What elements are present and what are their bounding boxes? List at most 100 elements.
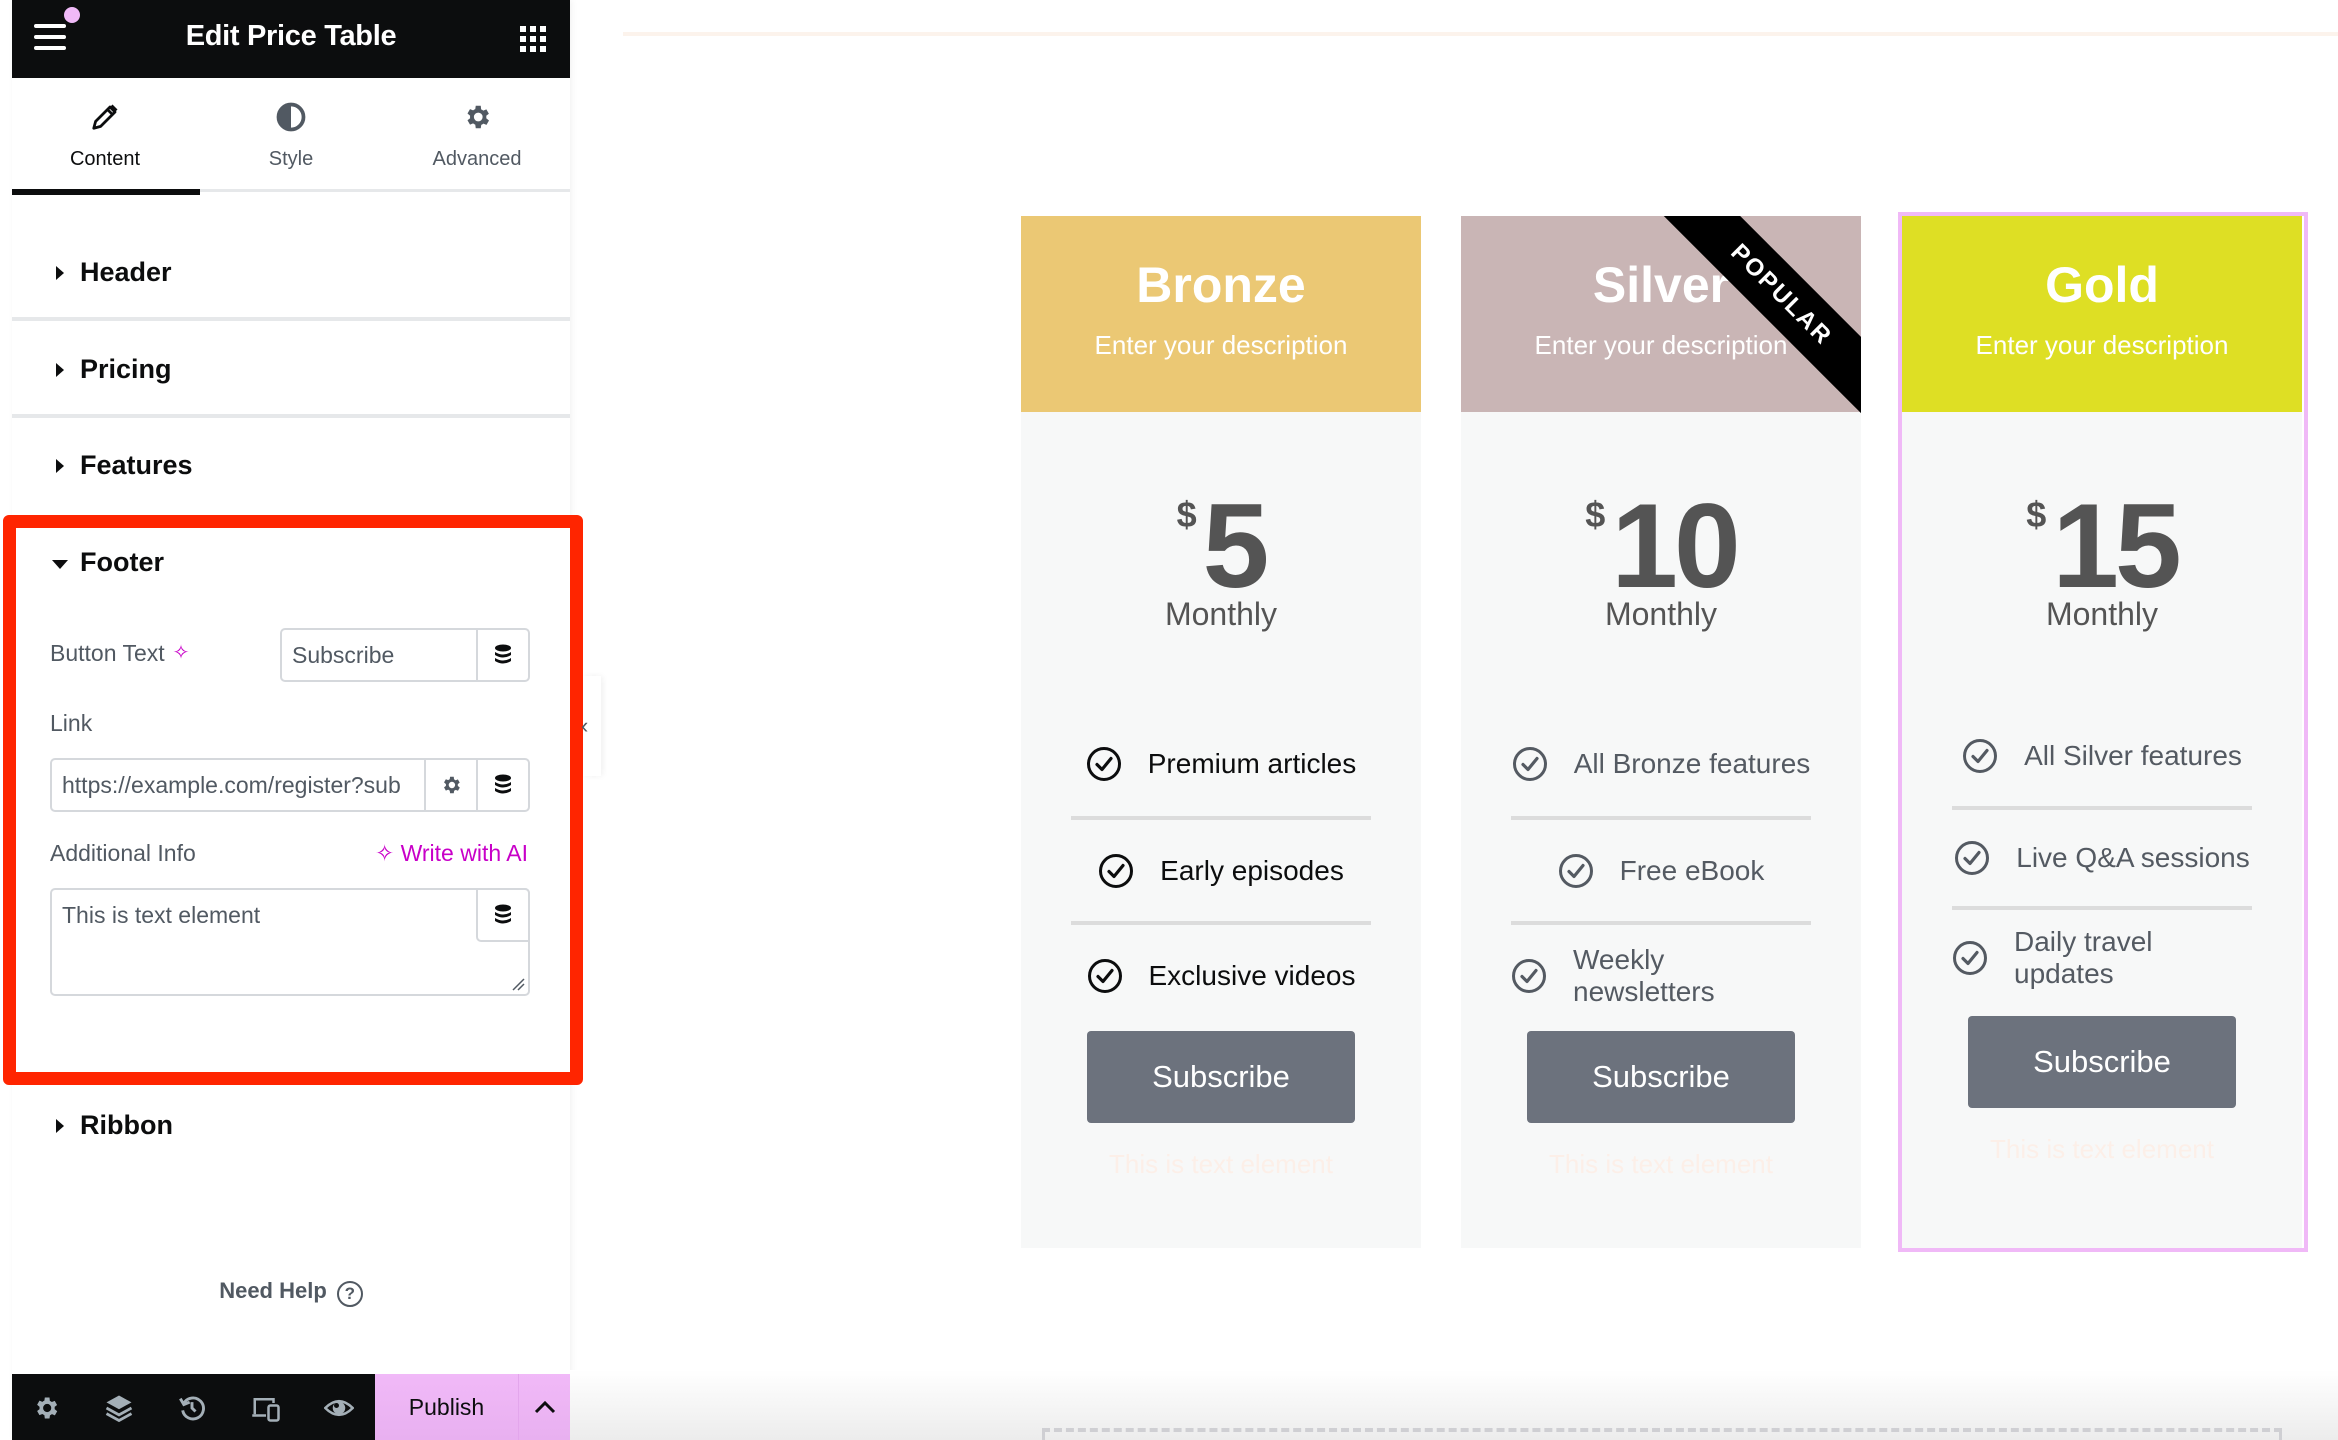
widgets-grid-icon[interactable]	[520, 26, 546, 52]
feature-list: Premium articles Early episodes Exclusive …	[1071, 711, 1371, 1026]
layers-icon[interactable]	[99, 1388, 139, 1428]
currency-symbol: $	[2026, 494, 2047, 535]
feature-label: Premium articles	[1147, 747, 1357, 779]
collapse-panel-handle[interactable]: ‹	[581, 676, 601, 776]
tab-advanced[interactable]: Advanced	[384, 78, 570, 192]
tab-content[interactable]: Content	[12, 78, 200, 195]
feature-label: All Bronze features	[1573, 747, 1811, 779]
additional-info-text: This is text element	[1549, 1149, 1773, 1179]
chevron-left-icon: ‹	[581, 713, 589, 738]
settings-icon[interactable]	[26, 1388, 66, 1428]
additional-info-value[interactable]: This is text element	[62, 902, 260, 929]
feature-item: Free eBook	[1511, 816, 1811, 921]
section-label: Features	[80, 450, 193, 480]
panel-header: Edit Price Table	[12, 0, 570, 78]
button-text-field[interactable]: Subscribe	[280, 628, 530, 682]
feature-item: Weekly newsletters	[1511, 921, 1811, 1026]
feature-item: Live Q&A sessions	[1952, 806, 2252, 906]
add-section-dropzone[interactable]	[1042, 1428, 2282, 1440]
section-footer-toggle[interactable]: Footer	[12, 545, 570, 595]
need-help-label: Need Help	[219, 1278, 327, 1303]
price-card-silver[interactable]: Silver Enter your description $10 Monthl…	[1461, 216, 1861, 1248]
responsive-icon[interactable]	[246, 1388, 286, 1428]
currency-symbol: $	[1176, 494, 1197, 535]
bottom-toolbar: Publish	[12, 1374, 570, 1440]
check-circle-icon	[1099, 853, 1134, 888]
price-period: Monthly	[1164, 596, 1278, 632]
feature-list: All Bronze features Free eBook Weekly news…	[1511, 711, 1811, 1026]
dynamic-tags-database-icon[interactable]	[476, 888, 530, 942]
gear-icon	[384, 100, 570, 134]
resize-grip-icon[interactable]	[511, 977, 525, 991]
write-with-ai-label: Write with AI	[400, 840, 528, 866]
feature-label: Live Q&A sessions	[2016, 842, 2250, 873]
additional-info-textarea[interactable]: This is text element	[50, 888, 530, 996]
write-with-ai-button[interactable]: ✧ Write with AI	[375, 840, 528, 867]
price-card-gold[interactable]: Gold Enter your description $15 Monthly …	[1902, 216, 2302, 1248]
feature-item: Early episodes	[1071, 816, 1371, 921]
link-options-gear-icon[interactable]	[424, 760, 476, 810]
caret-right-icon	[56, 363, 64, 377]
button-text-label: Button Text ✧	[50, 640, 189, 667]
dynamic-tags-database-icon[interactable]	[476, 760, 528, 810]
history-icon[interactable]	[172, 1388, 212, 1428]
price-amount: 5	[1202, 479, 1270, 613]
check-circle-icon	[1558, 853, 1593, 888]
link-field[interactable]: https://example.com/register?sub	[50, 758, 530, 812]
check-circle-icon	[1087, 958, 1122, 993]
currency-symbol: $	[1585, 494, 1606, 535]
price-card-bronze[interactable]: Bronze Enter your description $5 Monthly…	[1021, 216, 1421, 1248]
publish-options-chevron-up-icon[interactable]	[519, 1374, 570, 1440]
link-input[interactable]: https://example.com/register?sub	[62, 760, 418, 810]
feature-item: All Bronze features	[1511, 711, 1811, 816]
check-circle-icon	[1086, 746, 1121, 781]
price-amount: 10	[1611, 479, 1740, 613]
subscribe-button[interactable]: Subscribe	[1527, 1031, 1795, 1123]
button-text-input[interactable]: Subscribe	[292, 630, 394, 680]
card-header: Bronze Enter your description	[1021, 216, 1421, 412]
feature-label: Free eBook	[1619, 854, 1765, 886]
subscribe-button[interactable]: Subscribe	[1087, 1031, 1355, 1123]
caret-right-icon	[56, 1119, 64, 1133]
editor-panel: Edit Price Table Content Style Advanced …	[12, 0, 570, 1440]
additional-info-label: Additional Info	[50, 840, 196, 866]
ai-sparkle-icon: ✧	[374, 840, 401, 866]
card-header: Gold Enter your description	[1902, 216, 2302, 412]
plan-title: Bronze	[1136, 257, 1306, 313]
check-circle-icon	[1955, 841, 1990, 875]
caret-right-icon	[56, 266, 64, 280]
dynamic-tags-database-icon[interactable]	[476, 630, 528, 680]
section-features[interactable]: Features	[12, 418, 570, 514]
section-divider-line	[623, 32, 2338, 36]
section-label: Ribbon	[80, 1110, 173, 1140]
button-text-label-text: Button Text	[50, 640, 165, 666]
need-help-link[interactable]: Need Help?	[12, 1278, 570, 1307]
price-period: Monthly	[1604, 596, 1718, 632]
section-header[interactable]: Header	[12, 225, 570, 321]
section-pricing[interactable]: Pricing	[12, 322, 570, 418]
feature-item: Daily travel updates	[1952, 906, 2252, 1006]
section-label: Pricing	[80, 354, 172, 384]
feature-item: Exclusive videos	[1071, 921, 1371, 1026]
price-period: Monthly	[2045, 596, 2159, 632]
caret-right-icon	[56, 459, 64, 473]
section-ribbon[interactable]: Ribbon	[12, 1078, 570, 1174]
additional-info-text: This is text element	[1990, 1134, 2214, 1164]
ai-sparkle-icon[interactable]: ✧	[173, 640, 190, 665]
subscribe-button[interactable]: Subscribe	[1968, 1016, 2236, 1108]
pencil-icon	[12, 100, 198, 134]
publish-button[interactable]: Publish	[375, 1374, 519, 1440]
feature-label: Daily travel updates	[2014, 926, 2153, 989]
tab-label: Content	[69, 148, 141, 170]
plan-title: Gold	[2045, 257, 2159, 313]
feature-item: Premium articles	[1071, 711, 1371, 816]
tab-style[interactable]: Style	[198, 78, 384, 192]
check-circle-icon	[1953, 941, 1987, 975]
preview-eye-icon[interactable]	[319, 1388, 359, 1428]
feature-list: All Silver features Live Q&A sessions Dail…	[1952, 706, 2252, 1006]
plan-description: Enter your description	[1975, 330, 2229, 360]
help-question-icon: ?	[336, 1281, 363, 1307]
feature-label: Weekly newsletters	[1573, 943, 1715, 1007]
half-circle-icon	[198, 100, 384, 134]
panel-title: Edit Price Table	[185, 20, 397, 52]
